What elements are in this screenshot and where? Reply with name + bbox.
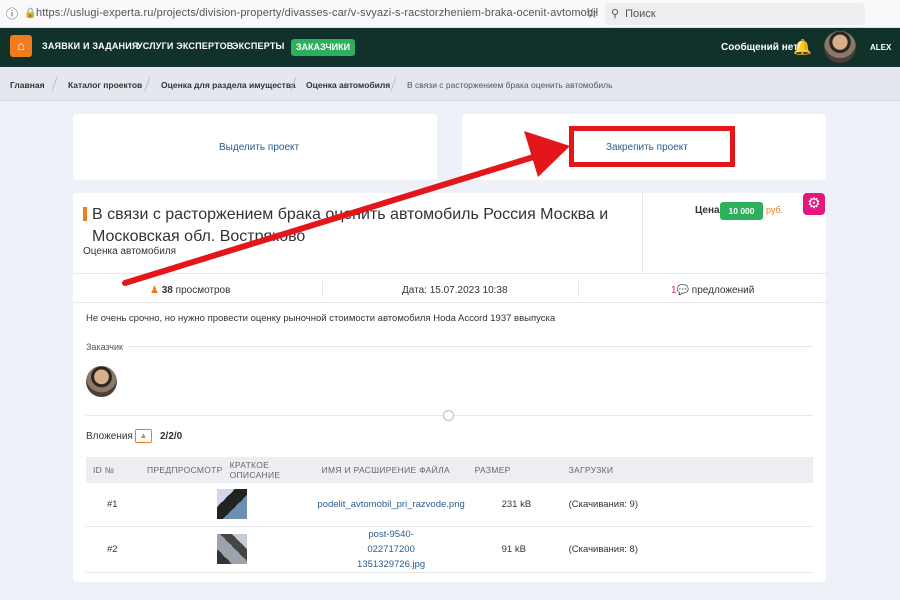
price-currency: руб.	[766, 205, 784, 215]
home-logo-icon[interactable]: ⌂	[10, 35, 32, 57]
file-id: #1	[86, 483, 140, 527]
divider-circle	[443, 410, 454, 421]
table-row: #2 post-9540-022717200 1351329726.jpg 91…	[86, 526, 813, 573]
file-thumbnail[interactable]	[217, 489, 247, 520]
username[interactable]: ALEX	[870, 43, 891, 52]
views-stat: ♟ 38 просмотров	[150, 285, 230, 296]
col-preview: ПРЕДПРОСМОТР	[140, 457, 223, 483]
divider	[73, 302, 826, 303]
project-category[interactable]: Оценка автомобиля	[83, 246, 176, 257]
messages-status[interactable]: Сообщений нет	[721, 42, 798, 53]
gear-icon[interactable]: ⚙	[803, 193, 825, 215]
views-label: просмотров	[175, 285, 231, 296]
divider	[578, 281, 579, 297]
file-downloads: (Скачивания: 9)	[561, 483, 813, 527]
breadcrumb-item[interactable]: Каталог проектов	[68, 80, 142, 90]
date-stat: Дата: 15.07.2023 10:38	[402, 285, 508, 296]
table-header-row: ID № ПРЕДПРОСМОТР КРАТКОЕ ОПИСАНИЕ ИМЯ И…	[86, 457, 813, 483]
breadcrumb-separator	[144, 77, 151, 91]
file-preview[interactable]	[140, 526, 315, 573]
browser-search-input[interactable]: ⚲ Поиск	[605, 3, 865, 25]
customer-label: Заказчик	[86, 342, 123, 352]
price-badge: 10 000	[720, 202, 763, 220]
title-accent	[83, 207, 87, 221]
highlight-project-card[interactable]: Выделить проект	[73, 114, 437, 180]
price-label: Цена:	[695, 205, 723, 216]
highlight-project-button[interactable]: Выделить проект	[219, 142, 299, 153]
col-filename: ИМЯ И РАСШИРЕНИЕ ФАЙЛА	[314, 457, 468, 483]
bookmark-star-icon[interactable]: ☆	[586, 5, 599, 22]
file-id: #2	[86, 526, 140, 573]
attachments-label: Вложения	[86, 431, 133, 442]
annotation-highlight-box	[569, 126, 735, 167]
col-id: ID №	[86, 457, 140, 483]
nav-experts[interactable]: ЭКСПЕРТЫ	[232, 41, 285, 51]
search-placeholder: Поиск	[625, 8, 656, 20]
breadcrumb-current: В связи с расторжением брака оценить авт…	[407, 80, 613, 90]
project-description: Не очень срочно, но нужно провести оценк…	[86, 313, 556, 324]
files-table: ID № ПРЕДПРОСМОТР КРАТКОЕ ОПИСАНИЕ ИМЯ И…	[86, 457, 813, 573]
views-count: 38	[161, 285, 173, 296]
nav-services[interactable]: УСЛУГИ ЭКСПЕРТОВ	[137, 41, 233, 51]
search-icon: ⚲	[611, 8, 620, 20]
nav-requests[interactable]: ЗАЯВКИ И ЗАДАНИЯ	[42, 41, 139, 51]
col-size: РАЗМЕР	[467, 457, 562, 483]
file-size: 91 kB	[467, 526, 562, 573]
bell-icon[interactable]: 🔔	[793, 38, 812, 56]
file-name-link[interactable]: post-9540-022717200 1351329726.jpg	[314, 526, 468, 573]
customer-avatar[interactable]	[86, 366, 117, 397]
image-icon: ▲	[135, 429, 152, 443]
offers-stat: 1💬 предложений	[671, 285, 754, 296]
lock-icon: 🔒	[24, 8, 37, 19]
page-info-icon[interactable]: ⓘ	[6, 5, 18, 22]
project-title: В связи с расторжением брака оценить авт…	[92, 206, 609, 245]
breadcrumb-separator	[51, 77, 58, 91]
address-bar[interactable]: https://uslugi-experta.ru/projects/divis…	[36, 7, 598, 19]
file-name-link[interactable]: podelit_avtomobil_pri_razvode.png	[314, 483, 468, 527]
col-downloads: ЗАГРУЗКИ	[561, 457, 813, 483]
nav-customers[interactable]: ЗАКАЗЧИКИ	[291, 39, 355, 56]
breadcrumb-item[interactable]: Главная	[10, 80, 45, 90]
file-preview[interactable]	[140, 483, 315, 527]
divider	[128, 346, 813, 347]
user-avatar[interactable]	[824, 31, 856, 63]
divider	[322, 281, 323, 297]
col-description: КРАТКОЕ ОПИСАНИЕ	[222, 457, 315, 483]
attachments-count: 2/2/0	[160, 431, 183, 442]
divider	[642, 193, 643, 273]
table-row: #1 podelit_avtomobil_pri_razvode.png 231…	[86, 483, 813, 527]
top-navbar: ⌂ ЗАЯВКИ И ЗАДАНИЯ УСЛУГИ ЭКСПЕРТОВ ЭКСП…	[0, 28, 900, 67]
breadcrumb-separator	[390, 77, 397, 91]
file-downloads: (Скачивания: 8)	[561, 526, 813, 573]
file-size: 231 kB	[467, 483, 562, 527]
chat-icon: 💬	[676, 285, 690, 296]
offers-label: предложений	[691, 285, 755, 296]
breadcrumb-item[interactable]: Оценка для раздела имущества	[161, 80, 296, 90]
file-thumbnail[interactable]	[217, 534, 247, 564]
breadcrumb-item[interactable]: Оценка автомобиля	[306, 80, 390, 90]
breadcrumb: Главная Каталог проектов Оценка для разд…	[0, 67, 900, 101]
divider	[73, 273, 826, 274]
users-icon: ♟	[150, 285, 159, 296]
